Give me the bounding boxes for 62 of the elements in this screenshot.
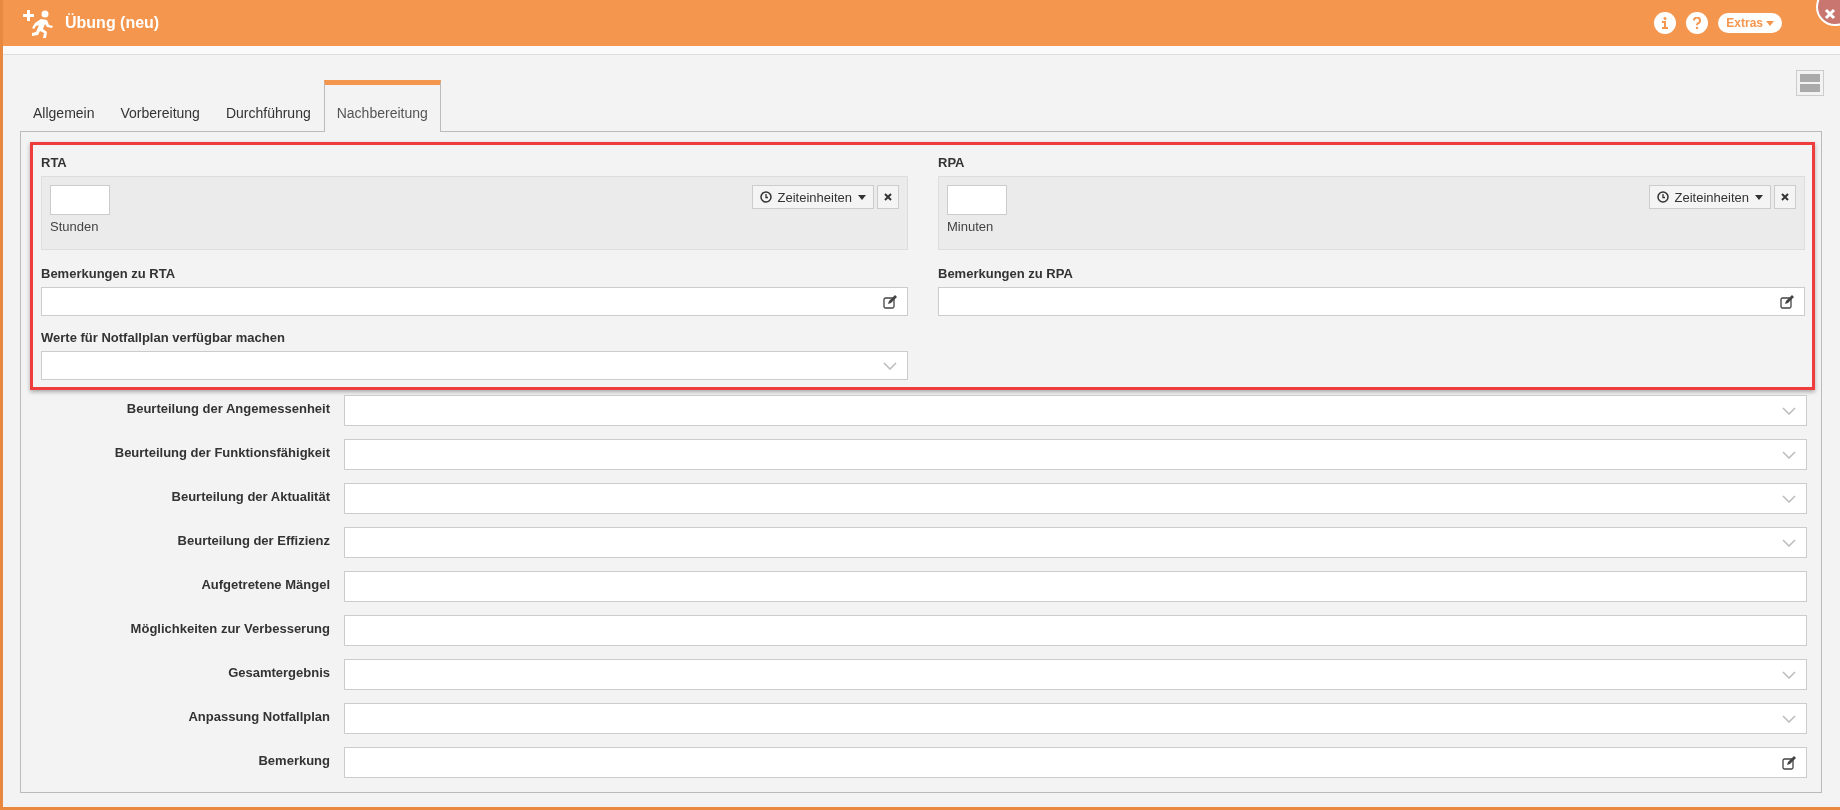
chevron-down-icon: [1782, 406, 1796, 415]
select-field[interactable]: [41, 351, 908, 380]
chevron-down-icon: [1782, 494, 1796, 503]
field-label: Gesamtergebnis: [227, 664, 330, 680]
field-label: Bemerkung: [257, 752, 330, 768]
field-label: Möglichkeiten zur Verbesserung: [129, 620, 330, 636]
tab[interactable]: Vorbereitung: [107, 92, 213, 132]
section-label: RTA: [41, 155, 68, 170]
field-label: Bemerkungen zu RTA: [41, 266, 177, 281]
caret-icon: [1755, 194, 1763, 200]
remarks-field[interactable]: [938, 287, 1805, 316]
section-label: RPA: [938, 155, 966, 170]
field-label: Aufgetretene Mängel: [200, 576, 330, 592]
info-icon: [1662, 17, 1669, 29]
unit-label: Minuten: [947, 219, 995, 234]
chevron-down-icon: [1782, 450, 1796, 459]
select-field[interactable]: [344, 703, 1807, 734]
select-field[interactable]: [344, 659, 1807, 690]
field-label: Beurteilung der Funktionsfähigkeit: [113, 444, 330, 460]
clear-button[interactable]: [877, 185, 899, 209]
help-button[interactable]: [1686, 12, 1709, 34]
tab[interactable]: Nachbereitung: [323, 80, 441, 132]
caret-icon: [858, 194, 866, 200]
layout-toggle-button[interactable]: [1796, 70, 1824, 96]
chevron-down-icon: [1782, 538, 1796, 547]
help-icon: [1693, 17, 1702, 29]
clock-icon: [759, 191, 772, 203]
chevron-down-icon: [1782, 714, 1796, 723]
number-input[interactable]: [947, 185, 1007, 215]
remarks-field[interactable]: [41, 287, 908, 316]
select-field[interactable]: [344, 527, 1807, 558]
window-title: Übung (neu): [65, 14, 160, 32]
select-field[interactable]: [344, 395, 1807, 426]
text-field[interactable]: [344, 615, 1807, 646]
field-label: Werte für Notfallplan verfügbar machen: [41, 330, 286, 345]
field-label: Bemerkungen zu RPA: [938, 266, 1074, 281]
text-field[interactable]: [344, 747, 1807, 778]
select-field[interactable]: [344, 483, 1807, 514]
select-field[interactable]: [344, 439, 1807, 470]
time-units-dropdown[interactable]: Zeiteinheiten: [751, 185, 874, 209]
runner-icon: [21, 8, 55, 38]
field-label: Beurteilung der Angemessenheit: [125, 400, 330, 416]
edit-icon[interactable]: [883, 294, 897, 309]
tab[interactable]: Durchführung: [212, 92, 324, 132]
field-label: Anpassung Notfallplan: [187, 708, 330, 724]
number-input[interactable]: [50, 185, 110, 215]
time-units-dropdown[interactable]: Zeiteinheiten: [1648, 185, 1771, 209]
text-field[interactable]: [344, 571, 1807, 602]
field-label: Beurteilung der Effizienz: [176, 532, 330, 548]
close-icon: [1781, 193, 1789, 201]
caret-icon: [1766, 20, 1774, 26]
unit-label: Stunden: [50, 219, 100, 234]
close-icon: [884, 193, 892, 201]
chevron-down-icon: [883, 361, 897, 370]
tab[interactable]: Allgemein: [20, 92, 108, 132]
clock-icon: [1656, 191, 1669, 203]
info-button[interactable]: [1654, 12, 1677, 34]
field-label: Beurteilung der Aktualität: [170, 488, 330, 504]
chevron-down-icon: [1782, 670, 1796, 679]
clear-button[interactable]: [1774, 185, 1796, 209]
edit-icon[interactable]: [1780, 294, 1794, 309]
edit-icon[interactable]: [1782, 755, 1796, 770]
